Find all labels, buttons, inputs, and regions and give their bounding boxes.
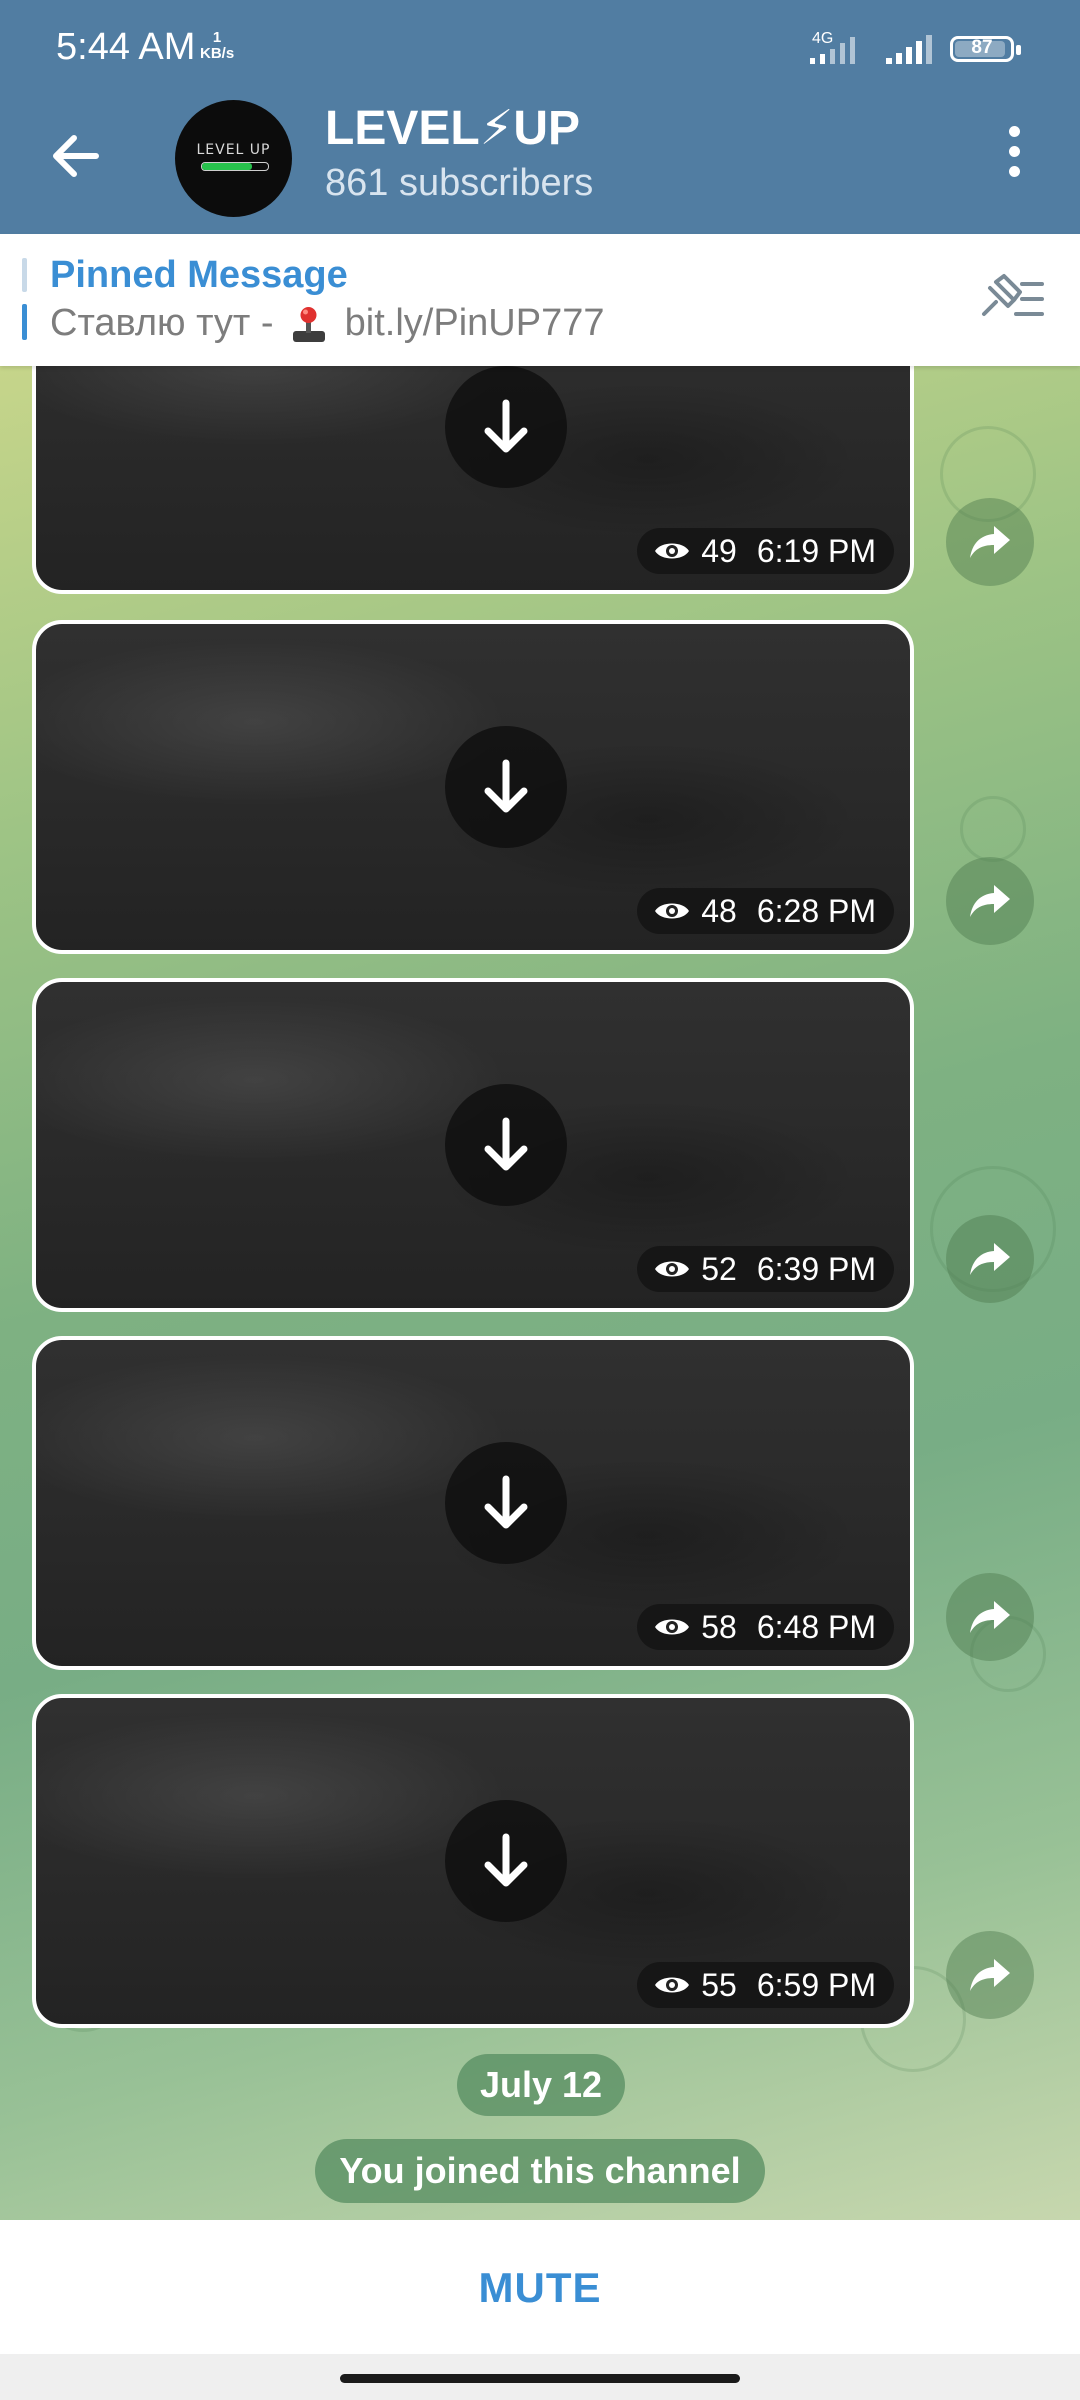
battery-icon: 87 <box>950 36 1021 62</box>
download-button[interactable] <box>445 366 567 488</box>
chat-header: 5:44 AM 1 KB/s 4G 87 LEVEL UP LEVEL⚡UP 8… <box>0 0 1080 234</box>
bottom-bar: MUTE <box>0 2220 1080 2354</box>
download-arrow-icon <box>484 759 528 813</box>
message-meta: 48 6:28 PM <box>637 888 894 934</box>
more-vert-icon[interactable] <box>1000 126 1028 186</box>
mute-button[interactable]: MUTE <box>479 2264 602 2312</box>
avatar-logo-text: LEVEL UP <box>196 142 271 158</box>
forward-arrow-icon <box>970 1601 1010 1633</box>
view-count: 52 <box>701 1250 737 1287</box>
media-message[interactable]: 55 6:59 PM <box>32 1694 914 2028</box>
share-button[interactable] <box>946 857 1034 945</box>
share-button[interactable] <box>946 1573 1034 1661</box>
views-eye-icon <box>655 903 690 919</box>
message-meta: 52 6:39 PM <box>637 1246 894 1292</box>
pinned-title: Pinned Message <box>50 254 348 296</box>
wallpaper-doodle <box>960 796 1026 862</box>
message-time: 6:59 PM <box>756 1966 876 2003</box>
download-arrow-icon <box>484 1475 528 1529</box>
network-speed: 1 KB/s <box>200 30 234 62</box>
pinned-indicator <box>22 258 27 292</box>
back-arrow-icon[interactable] <box>46 128 106 184</box>
joined-notice: You joined this channel <box>315 2139 765 2203</box>
subscriber-count: 861 subscribers <box>325 162 594 204</box>
view-count: 58 <box>701 1608 737 1645</box>
views-eye-icon <box>655 1261 690 1277</box>
views-eye-icon <box>655 1619 690 1635</box>
media-message[interactable]: 48 6:28 PM <box>32 620 914 954</box>
pinned-message-bar[interactable]: Pinned Message Ставлю тут - bit.ly/PinUP… <box>0 234 1080 366</box>
message-time: 6:39 PM <box>756 1250 876 1287</box>
signal-4g-icon: 4G <box>810 30 855 64</box>
download-button[interactable] <box>445 1442 567 1564</box>
status-bar: 5:44 AM 1 KB/s 4G 87 <box>0 0 1080 96</box>
pinned-text-prefix: Ставлю тут - <box>50 302 274 344</box>
forward-arrow-icon <box>970 885 1010 917</box>
share-button[interactable] <box>946 1931 1034 2019</box>
download-arrow-icon <box>484 1833 528 1887</box>
media-message[interactable]: 58 6:48 PM <box>32 1336 914 1670</box>
download-button[interactable] <box>445 726 567 848</box>
channel-title[interactable]: LEVEL⚡UP <box>325 100 580 156</box>
share-button[interactable] <box>946 498 1034 586</box>
media-message[interactable]: 49 6:19 PM <box>32 366 914 594</box>
message-meta: 58 6:48 PM <box>637 1604 894 1650</box>
download-arrow-icon <box>484 1117 528 1171</box>
view-count: 55 <box>701 1966 737 2003</box>
forward-arrow-icon <box>970 1243 1010 1275</box>
forward-arrow-icon <box>970 1959 1010 1991</box>
channel-avatar[interactable]: LEVEL UP <box>175 100 292 217</box>
message-time: 6:28 PM <box>756 892 876 929</box>
pinned-link[interactable]: bit.ly/PinUP777 <box>345 302 605 344</box>
joystick-icon <box>293 306 326 342</box>
views-eye-icon <box>655 1977 690 1993</box>
message-time: 6:19 PM <box>756 532 876 569</box>
chat-area[interactable]: 49 6:19 PM 48 6:28 PM 52 6:39 PM 58 6:48… <box>0 366 1080 2220</box>
network-speed-unit: KB/s <box>200 45 235 62</box>
unpin-list-icon[interactable] <box>974 270 1046 328</box>
home-indicator[interactable] <box>340 2374 740 2383</box>
views-eye-icon <box>655 543 690 559</box>
view-count: 49 <box>701 532 737 569</box>
battery-level: 87 <box>971 37 993 58</box>
network-speed-value: 1 <box>212 29 222 46</box>
message-time: 6:48 PM <box>756 1608 876 1645</box>
share-button[interactable] <box>946 1215 1034 1303</box>
date-separator: July 12 <box>457 2054 625 2116</box>
network-type-label: 4G <box>812 30 833 47</box>
view-count: 48 <box>701 892 737 929</box>
forward-arrow-icon <box>970 526 1010 558</box>
download-button[interactable] <box>445 1800 567 1922</box>
media-message[interactable]: 52 6:39 PM <box>32 978 914 1312</box>
system-nav-bar <box>0 2354 1080 2400</box>
message-meta: 49 6:19 PM <box>637 528 894 574</box>
download-arrow-icon <box>484 399 528 453</box>
pinned-text: Ставлю тут - bit.ly/PinUP777 <box>50 302 604 345</box>
download-button[interactable] <box>445 1084 567 1206</box>
message-meta: 55 6:59 PM <box>637 1962 894 2008</box>
signal-icon <box>886 35 932 64</box>
status-time: 5:44 AM <box>56 26 196 68</box>
pinned-indicator-active <box>22 304 27 340</box>
